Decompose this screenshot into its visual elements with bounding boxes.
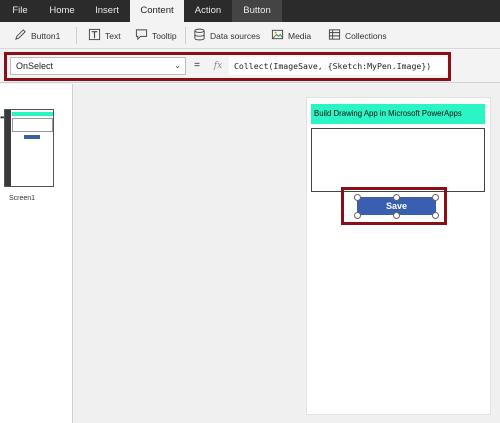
formula-highlight-box	[4, 52, 451, 81]
ribbon-collections[interactable]: Collections	[328, 22, 387, 49]
menu-insert[interactable]: Insert	[84, 0, 130, 22]
collections-label: Collections	[345, 30, 387, 41]
ribbon-tooltip[interactable]: Tooltip	[135, 22, 177, 49]
menu-home[interactable]: Home	[40, 0, 84, 22]
text-label: Text	[105, 30, 121, 41]
database-icon	[193, 28, 206, 43]
screen1-label: Screen1	[9, 195, 36, 202]
app-title-label[interactable]: Build Drawing App in Microsoft PowerApps	[311, 104, 485, 124]
button-highlight-box	[341, 187, 447, 225]
screen1-thumbnail[interactable]	[4, 109, 54, 187]
thumbnail-button	[24, 135, 40, 139]
collection-icon	[328, 28, 341, 43]
media-label: Media	[288, 30, 312, 41]
ribbon-control-name[interactable]: Button1	[14, 22, 60, 49]
control-name-label: Button1	[31, 30, 61, 41]
data-sources-label: Data sources	[210, 30, 261, 41]
thumbnail-title-bar	[12, 112, 53, 116]
text-icon	[88, 28, 101, 43]
tooltip-label: Tooltip	[152, 30, 177, 41]
menu-bar: File Home Insert Content Action Button	[0, 0, 500, 22]
menu-file[interactable]: File	[0, 0, 40, 22]
thumbnail-pen-input	[12, 118, 53, 132]
tooltip-icon	[135, 28, 148, 43]
ribbon-data-sources[interactable]: Data sources	[193, 22, 260, 49]
ribbon-media[interactable]: Media	[271, 22, 311, 49]
pencil-icon	[14, 28, 27, 43]
ribbon: Button1 Text Tooltip Data sources Media …	[0, 22, 500, 49]
image-icon	[271, 28, 284, 43]
ribbon-divider	[185, 27, 186, 44]
ribbon-divider	[76, 27, 77, 44]
menu-content[interactable]: Content	[130, 0, 184, 22]
ribbon-text[interactable]: Text	[88, 22, 121, 49]
menu-action[interactable]: Action	[184, 0, 232, 22]
thumbnail-sidebar	[5, 110, 11, 186]
pen-input-control[interactable]	[311, 128, 485, 192]
menu-button[interactable]: Button	[232, 0, 282, 22]
